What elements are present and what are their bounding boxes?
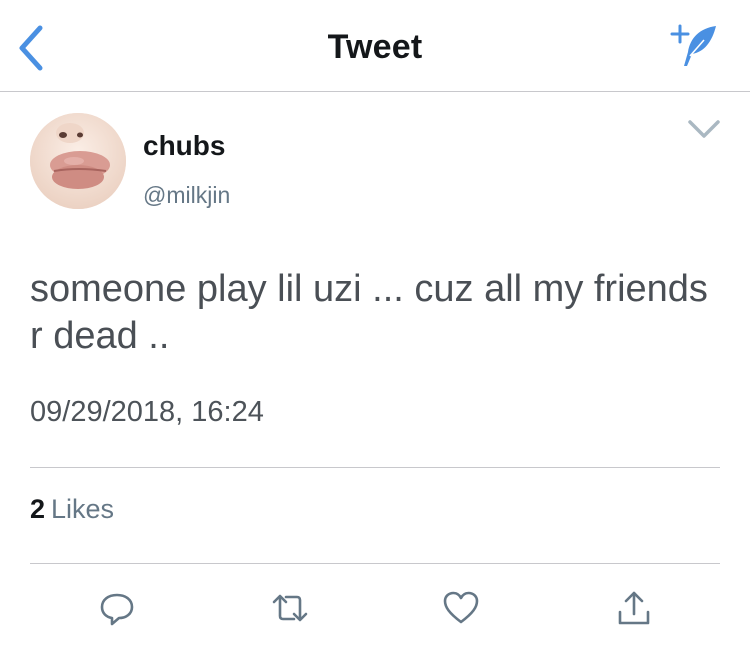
compose-tweet-button[interactable]: [670, 22, 722, 70]
likes-label: Likes: [51, 494, 115, 524]
page-title: Tweet: [327, 28, 423, 66]
share-icon: [618, 591, 650, 625]
tweet-text: someone play lil uzi ... cuz all my frie…: [30, 268, 708, 357]
avatar[interactable]: [30, 113, 126, 209]
navigation-bar: Tweet: [0, 0, 750, 92]
divider: [30, 563, 720, 564]
reply-icon: [100, 593, 134, 626]
chevron-down-icon: [688, 120, 720, 138]
likes-summary[interactable]: 2 Likes: [30, 494, 114, 525]
tweet-timestamp: 09/29/2018, 16:24: [30, 396, 264, 428]
likes-count: 2: [30, 494, 46, 524]
compose-tweet-icon: [670, 24, 716, 66]
display-name[interactable]: chubs: [143, 130, 225, 162]
like-icon: [443, 591, 479, 624]
profile-photo: [30, 113, 126, 209]
reply-button[interactable]: [97, 588, 137, 628]
more-options-button[interactable]: [686, 116, 722, 142]
like-button[interactable]: [441, 588, 481, 628]
retweet-icon: [272, 594, 308, 622]
share-button[interactable]: [614, 588, 654, 628]
retweet-button[interactable]: [270, 588, 310, 628]
user-handle[interactable]: @milkjin: [143, 182, 230, 209]
divider: [30, 467, 720, 468]
